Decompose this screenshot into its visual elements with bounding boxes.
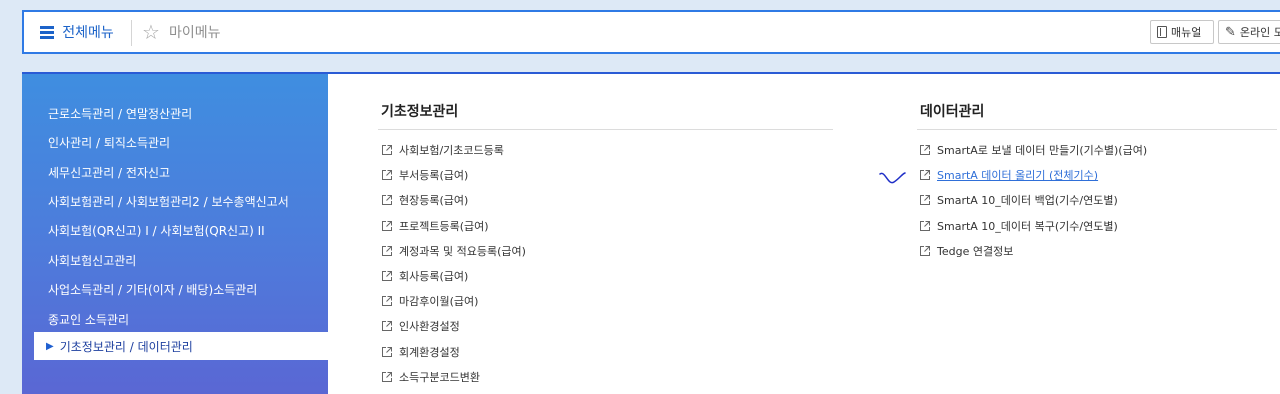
manual-label: 매뉴얼 [1171, 26, 1202, 39]
sidebar-item-label: 사회보험신고관리 [48, 254, 137, 268]
menu-link-label: SmartA 데이터 올리기 (전체기수) [937, 169, 1099, 183]
external-link-icon [382, 170, 392, 181]
sidebar-item-business-income[interactable]: 사업소득관리 / 기타(이자 / 배당)소득관리 [48, 281, 257, 298]
menu-link-label: 회계환경설정 [399, 345, 460, 359]
sidebar-item-label: 기초정보관리 / 데이터관리 [59, 339, 193, 354]
sidebar-item-label: 사회보험(QR신고) I / 사회보험(QR신고) II [48, 224, 265, 238]
menu-link[interactable]: 회계환경설정 [381, 344, 460, 360]
menu-link[interactable]: 계정과목 및 적요등록(급여) [381, 243, 526, 259]
star-icon: ☆ [142, 20, 160, 44]
external-link-icon [382, 145, 392, 155]
my-menu-button[interactable]: ☆ 마이메뉴 [142, 12, 220, 52]
sidebar-item-social-insurance-qr[interactable]: 사회보험(QR신고) I / 사회보험(QR신고) II [48, 222, 265, 239]
external-link-icon [920, 245, 930, 256]
sidebar-item-social-insurance-report[interactable]: 사회보험신고관리 [48, 252, 136, 269]
section-title-basic-info: 기초정보관리 [381, 104, 459, 120]
menu-link-label: Tedge 연결정보 [937, 244, 1014, 258]
section-divider [378, 129, 833, 130]
menu-link[interactable]: 프로젝트등록(급여) [381, 218, 489, 234]
menu-link-label: 회사등록(급여) [399, 270, 469, 283]
sidebar-item-label: 종교인 소득관리 [48, 313, 130, 327]
menu-link-label: SmartA 10_데이터 백업(기수/연도별) [937, 194, 1118, 208]
menu-link[interactable]: 부서등록(급여) [381, 167, 468, 183]
sidebar-item-hr[interactable]: 인사관리 / 퇴직소득관리 [48, 134, 170, 151]
pencil-icon: ✎ [1225, 24, 1236, 40]
divider [131, 20, 132, 46]
menu-link[interactable]: 마감후이월(급여) [381, 293, 478, 309]
my-menu-label: 마이메뉴 [168, 25, 221, 41]
menu-link[interactable]: 인사환경설정 [381, 318, 460, 334]
sidebar-item-tax-report[interactable]: 세무신고관리 / 전자신고 [48, 164, 170, 181]
sidebar-item-religious-income[interactable]: 종교인 소득관리 [48, 311, 129, 328]
external-link-icon [382, 195, 392, 206]
top-menu-bar: 전체메뉴 ☆ 마이메뉴 매뉴얼 ✎ 온라인 도움말 [22, 10, 1280, 54]
menu-link[interactable]: SmartA 데이터 올리기 (전체기수) [919, 167, 1098, 183]
triangle-right-icon: ▶ [46, 340, 54, 352]
menu-link-label: 프로젝트등록(급여) [399, 219, 489, 233]
external-link-icon [382, 271, 392, 281]
external-link-icon [920, 145, 930, 155]
hamburger-icon [40, 26, 55, 39]
menu-link-label: 소득구분코드변환 [399, 370, 480, 384]
menu-link-label: SmartA로 보낼 데이터 만들기(기수별)(급여) [937, 144, 1148, 157]
book-icon [1157, 26, 1167, 38]
menu-link-label: SmartA 10_데이터 복구(기수/연도별) [937, 219, 1118, 233]
sidebar-item-label: 근로소득관리 / 연말정산관리 [48, 107, 193, 121]
all-menu-label: 전체메뉴 [62, 25, 114, 41]
category-sidebar: 근로소득관리 / 연말정산관리 인사관리 / 퇴직소득관리 세무신고관리 / 전… [22, 74, 328, 394]
section-divider [917, 129, 1277, 130]
online-help-label: 온라인 도움말 [1239, 26, 1280, 39]
manual-button[interactable]: 매뉴얼 [1150, 20, 1214, 44]
external-link-icon [382, 346, 392, 357]
menu-link[interactable]: 사회보험/기초코드등록 [381, 142, 504, 158]
menu-link-label: 인사환경설정 [399, 320, 460, 334]
all-menu-button[interactable]: 전체메뉴 [24, 12, 130, 52]
external-link-icon [920, 220, 930, 231]
sidebar-item-label: 사회보험관리 / 사회보험관리2 / 보수총액신고서 [48, 195, 289, 209]
menu-panel: 근로소득관리 / 연말정산관리 인사관리 / 퇴직소득관리 세무신고관리 / 전… [22, 72, 1280, 394]
sidebar-item-social-insurance[interactable]: 사회보험관리 / 사회보험관리2 / 보수총액신고서 [48, 193, 289, 210]
sidebar-item-label: 인사관리 / 퇴직소득관리 [48, 136, 171, 150]
menu-link[interactable]: SmartA로 보낼 데이터 만들기(기수별)(급여) [919, 142, 1147, 158]
menu-link[interactable]: SmartA 10_데이터 복구(기수/연도별) [919, 218, 1118, 234]
menu-link[interactable]: Tedge 연결정보 [919, 243, 1013, 259]
section-title-data-management: 데이터관리 [920, 104, 985, 120]
menu-link[interactable]: 소득구분코드변환 [381, 369, 480, 385]
menu-link[interactable]: SmartA 10_데이터 백업(기수/연도별) [919, 192, 1118, 208]
online-help-button[interactable]: ✎ 온라인 도움말 [1218, 20, 1280, 44]
external-link-icon [382, 220, 392, 231]
menu-link-label: 현장등록(급여) [399, 194, 469, 208]
menu-link-label: 사회보험/기초코드등록 [399, 144, 504, 157]
menu-link[interactable]: 현장등록(급여) [381, 192, 468, 208]
external-link-icon [382, 321, 392, 332]
external-link-icon [382, 296, 392, 307]
sidebar-item-labor-income[interactable]: 근로소득관리 / 연말정산관리 [48, 105, 192, 122]
external-link-icon [920, 170, 930, 181]
sidebar-item-label: 세무신고관리 / 전자신고 [48, 166, 171, 180]
sidebar-item-label: 사업소득관리 / 기타(이자 / 배당)소득관리 [48, 283, 258, 297]
pen-annotation-mark [879, 172, 906, 184]
menu-link-label: 부서등록(급여) [399, 169, 469, 183]
sidebar-item-basic-info-data[interactable]: ▶ 기초정보관리 / 데이터관리 [34, 332, 328, 360]
menu-link-label: 마감후이월(급여) [399, 295, 479, 309]
external-link-icon [920, 195, 930, 206]
external-link-icon [382, 245, 392, 256]
menu-link-label: 계정과목 및 적요등록(급여) [399, 244, 526, 258]
menu-link[interactable]: 회사등록(급여) [381, 268, 468, 284]
